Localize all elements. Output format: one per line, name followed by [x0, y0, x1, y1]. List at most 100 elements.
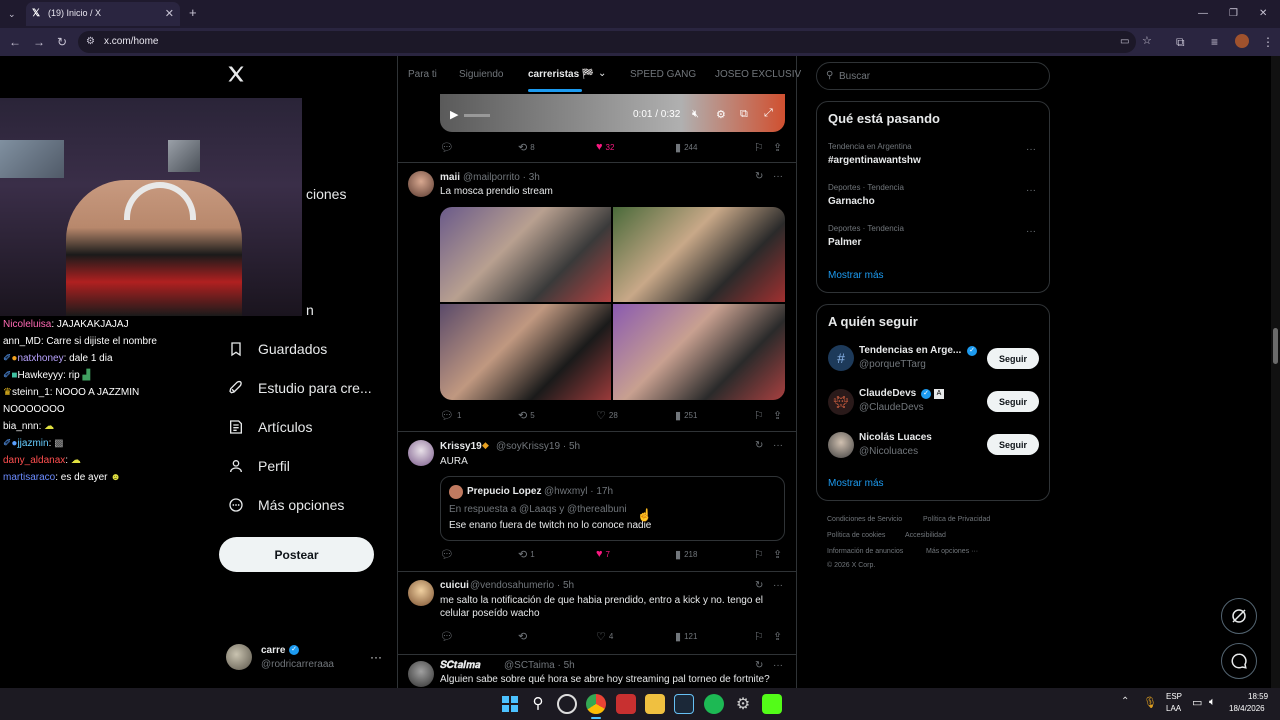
like-action[interactable]: ♡ 4: [596, 630, 613, 643]
clock-date[interactable]: 18/4/2026: [1229, 704, 1265, 713]
restore-icon[interactable]: ❐: [1229, 8, 1238, 20]
reply-action[interactable]: 💬︎: [440, 548, 457, 561]
like-action[interactable]: ♥ 7: [596, 548, 610, 560]
reading-list-icon[interactable]: ≡: [1211, 36, 1218, 48]
reply-action[interactable]: 💬︎ 1: [440, 409, 461, 422]
tray-chevron-icon[interactable]: ⌃: [1121, 696, 1129, 707]
like-action[interactable]: ♥ 32: [596, 141, 614, 153]
nav-partial-label[interactable]: ciones: [306, 186, 346, 202]
back-icon[interactable]: ←: [9, 36, 21, 48]
file-explorer-icon[interactable]: [645, 694, 665, 714]
repost-action[interactable]: ⟲ 5: [518, 409, 535, 422]
tweet-author-handle[interactable]: @vendosahumerio · 5h: [470, 580, 574, 591]
close-tab-icon[interactable]: ✕: [165, 7, 174, 20]
more-icon[interactable]: ···: [1026, 144, 1036, 155]
settings-icon[interactable]: ⚙: [716, 108, 726, 121]
nav-item-guardados[interactable]: Guardados: [226, 336, 327, 362]
trend-item[interactable]: Garnacho: [828, 196, 875, 207]
language-indicator[interactable]: ESP: [1166, 692, 1182, 701]
footer-link[interactable]: Política de cookies: [827, 532, 885, 539]
volume-icon[interactable]: 🔈︎: [1209, 696, 1216, 709]
progress-bar[interactable]: [464, 114, 490, 117]
more-icon[interactable]: ···: [1026, 185, 1036, 196]
tweet-author-handle[interactable]: @soyKrissy19 · 5h: [496, 441, 580, 452]
grok-icon[interactable]: ↻: [755, 440, 763, 451]
footer-link[interactable]: Política de Privacidad: [923, 516, 990, 523]
more-icon[interactable]: ···: [773, 580, 783, 591]
task-view-icon[interactable]: [557, 694, 577, 714]
avatar[interactable]: [408, 661, 434, 687]
show-more-link[interactable]: Mostrar más: [828, 270, 884, 281]
show-more-link[interactable]: Mostrar más: [828, 478, 884, 489]
tab-siguiendo[interactable]: Siguiendo: [459, 69, 503, 80]
follow-name[interactable]: Nicolás Luaces: [859, 432, 932, 443]
views-action[interactable]: ▮ 251: [675, 409, 697, 422]
share-action[interactable]: ⇪: [773, 548, 785, 561]
clock-time[interactable]: 18:59: [1248, 692, 1268, 701]
tab-list-icon[interactable]: ⌄: [8, 8, 16, 20]
views-action[interactable]: ▮ 218: [675, 548, 697, 561]
views-action[interactable]: ▮ 244: [675, 141, 697, 154]
tweet[interactable]: cuicui @vendosahumerio · 5h ↻ ··· me sal…: [398, 572, 796, 654]
bookmark-action[interactable]: ⚐: [754, 409, 767, 422]
tweet[interactable]: Krissy19 ◆ @soyKrissy19 · 5h ↻ ··· AURA …: [398, 432, 796, 571]
tweet-author-handle[interactable]: @mailporrito · 3h: [463, 172, 540, 183]
trend-item[interactable]: #argentinawantshw: [828, 155, 921, 166]
media-image[interactable]: [613, 304, 785, 400]
avatar[interactable]: [828, 432, 854, 458]
fullscreen-icon[interactable]: ⤢: [764, 107, 773, 120]
settings-icon[interactable]: ⚙: [733, 694, 753, 714]
language-indicator-sub[interactable]: LAA: [1166, 704, 1181, 713]
follow-name[interactable]: ClaudeDevs: [859, 388, 916, 399]
browser-tab[interactable]: 𝕏 (19) Inicio / X ✕: [26, 2, 180, 26]
search-box[interactable]: ⚲ Buscar: [816, 62, 1050, 90]
avatar[interactable]: #: [828, 345, 854, 371]
nav-item-mas-opciones[interactable]: Más opciones: [226, 492, 344, 518]
avatar[interactable]: [408, 171, 434, 197]
new-tab-button[interactable]: +: [189, 6, 197, 19]
grok-icon[interactable]: ↻: [755, 171, 763, 182]
tweet[interactable]: 𝑺𝑪𝒕𝒂𝒊𝒎𝒂 @SCTaima · 5h ↻ ··· Alguien sabe…: [398, 655, 796, 688]
tweet-author-name[interactable]: maii: [440, 172, 460, 183]
nav-item-articulos[interactable]: Artículos: [226, 414, 312, 440]
reply-action[interactable]: 💬︎: [440, 630, 457, 643]
network-icon[interactable]: ▭: [1192, 696, 1202, 709]
repost-action[interactable]: ⟲ 8: [518, 141, 535, 154]
grok-fab[interactable]: [1221, 598, 1257, 634]
tweet-author-name[interactable]: Krissy19: [440, 441, 482, 452]
grok-icon[interactable]: ↻: [755, 660, 763, 671]
scrollbar-thumb[interactable]: [1273, 328, 1278, 364]
media-image[interactable]: [613, 207, 785, 302]
account-switcher[interactable]: carre ✓ @rodricarreraaa ···: [226, 642, 386, 678]
nav-item-perfil[interactable]: Perfil: [226, 453, 290, 479]
bookmark-action[interactable]: ⚐: [754, 141, 767, 154]
minimize-icon[interactable]: —: [1198, 8, 1208, 20]
follow-button[interactable]: Seguir: [987, 391, 1039, 412]
post-button[interactable]: Postear: [219, 537, 374, 572]
steam-icon[interactable]: [674, 694, 694, 714]
tab-para-ti[interactable]: Para ti: [408, 69, 437, 80]
bookmark-action[interactable]: ⚐: [754, 630, 767, 643]
tweet-author-handle[interactable]: @SCTaima · 5h: [504, 660, 575, 671]
like-action[interactable]: ♡ 28: [596, 409, 618, 422]
footer-link[interactable]: Más opciones ···: [926, 548, 978, 555]
menu-icon[interactable]: ⋮: [1262, 36, 1274, 48]
scrollbar[interactable]: [1271, 56, 1280, 688]
x-logo-icon[interactable]: [226, 64, 248, 86]
tab-carreristas[interactable]: carreristas 🏁: [528, 69, 594, 80]
tweet-author-name[interactable]: cuicui: [440, 580, 469, 591]
repost-action[interactable]: ⟲ 1: [518, 548, 535, 561]
kick-icon[interactable]: [762, 694, 782, 714]
play-icon[interactable]: ▶: [450, 108, 458, 121]
tab-joseo[interactable]: JOSEO EXCLUSIV: [715, 69, 801, 80]
cast-icon[interactable]: ▭: [1120, 36, 1129, 48]
bookmark-action[interactable]: ⚐: [754, 548, 767, 561]
extensions-icon[interactable]: ⧉: [1176, 36, 1185, 48]
nav-partial-label-2[interactable]: n: [306, 302, 314, 318]
tweet-author-name[interactable]: 𝑺𝑪𝒕𝒂𝒊𝒎𝒂: [440, 660, 480, 671]
more-icon[interactable]: ···: [1026, 226, 1036, 237]
app-icon[interactable]: [616, 694, 636, 714]
microphone-icon[interactable]: 🎙︎: [1143, 696, 1157, 709]
forward-icon[interactable]: →: [33, 36, 45, 48]
search-input[interactable]: Buscar: [839, 71, 870, 82]
